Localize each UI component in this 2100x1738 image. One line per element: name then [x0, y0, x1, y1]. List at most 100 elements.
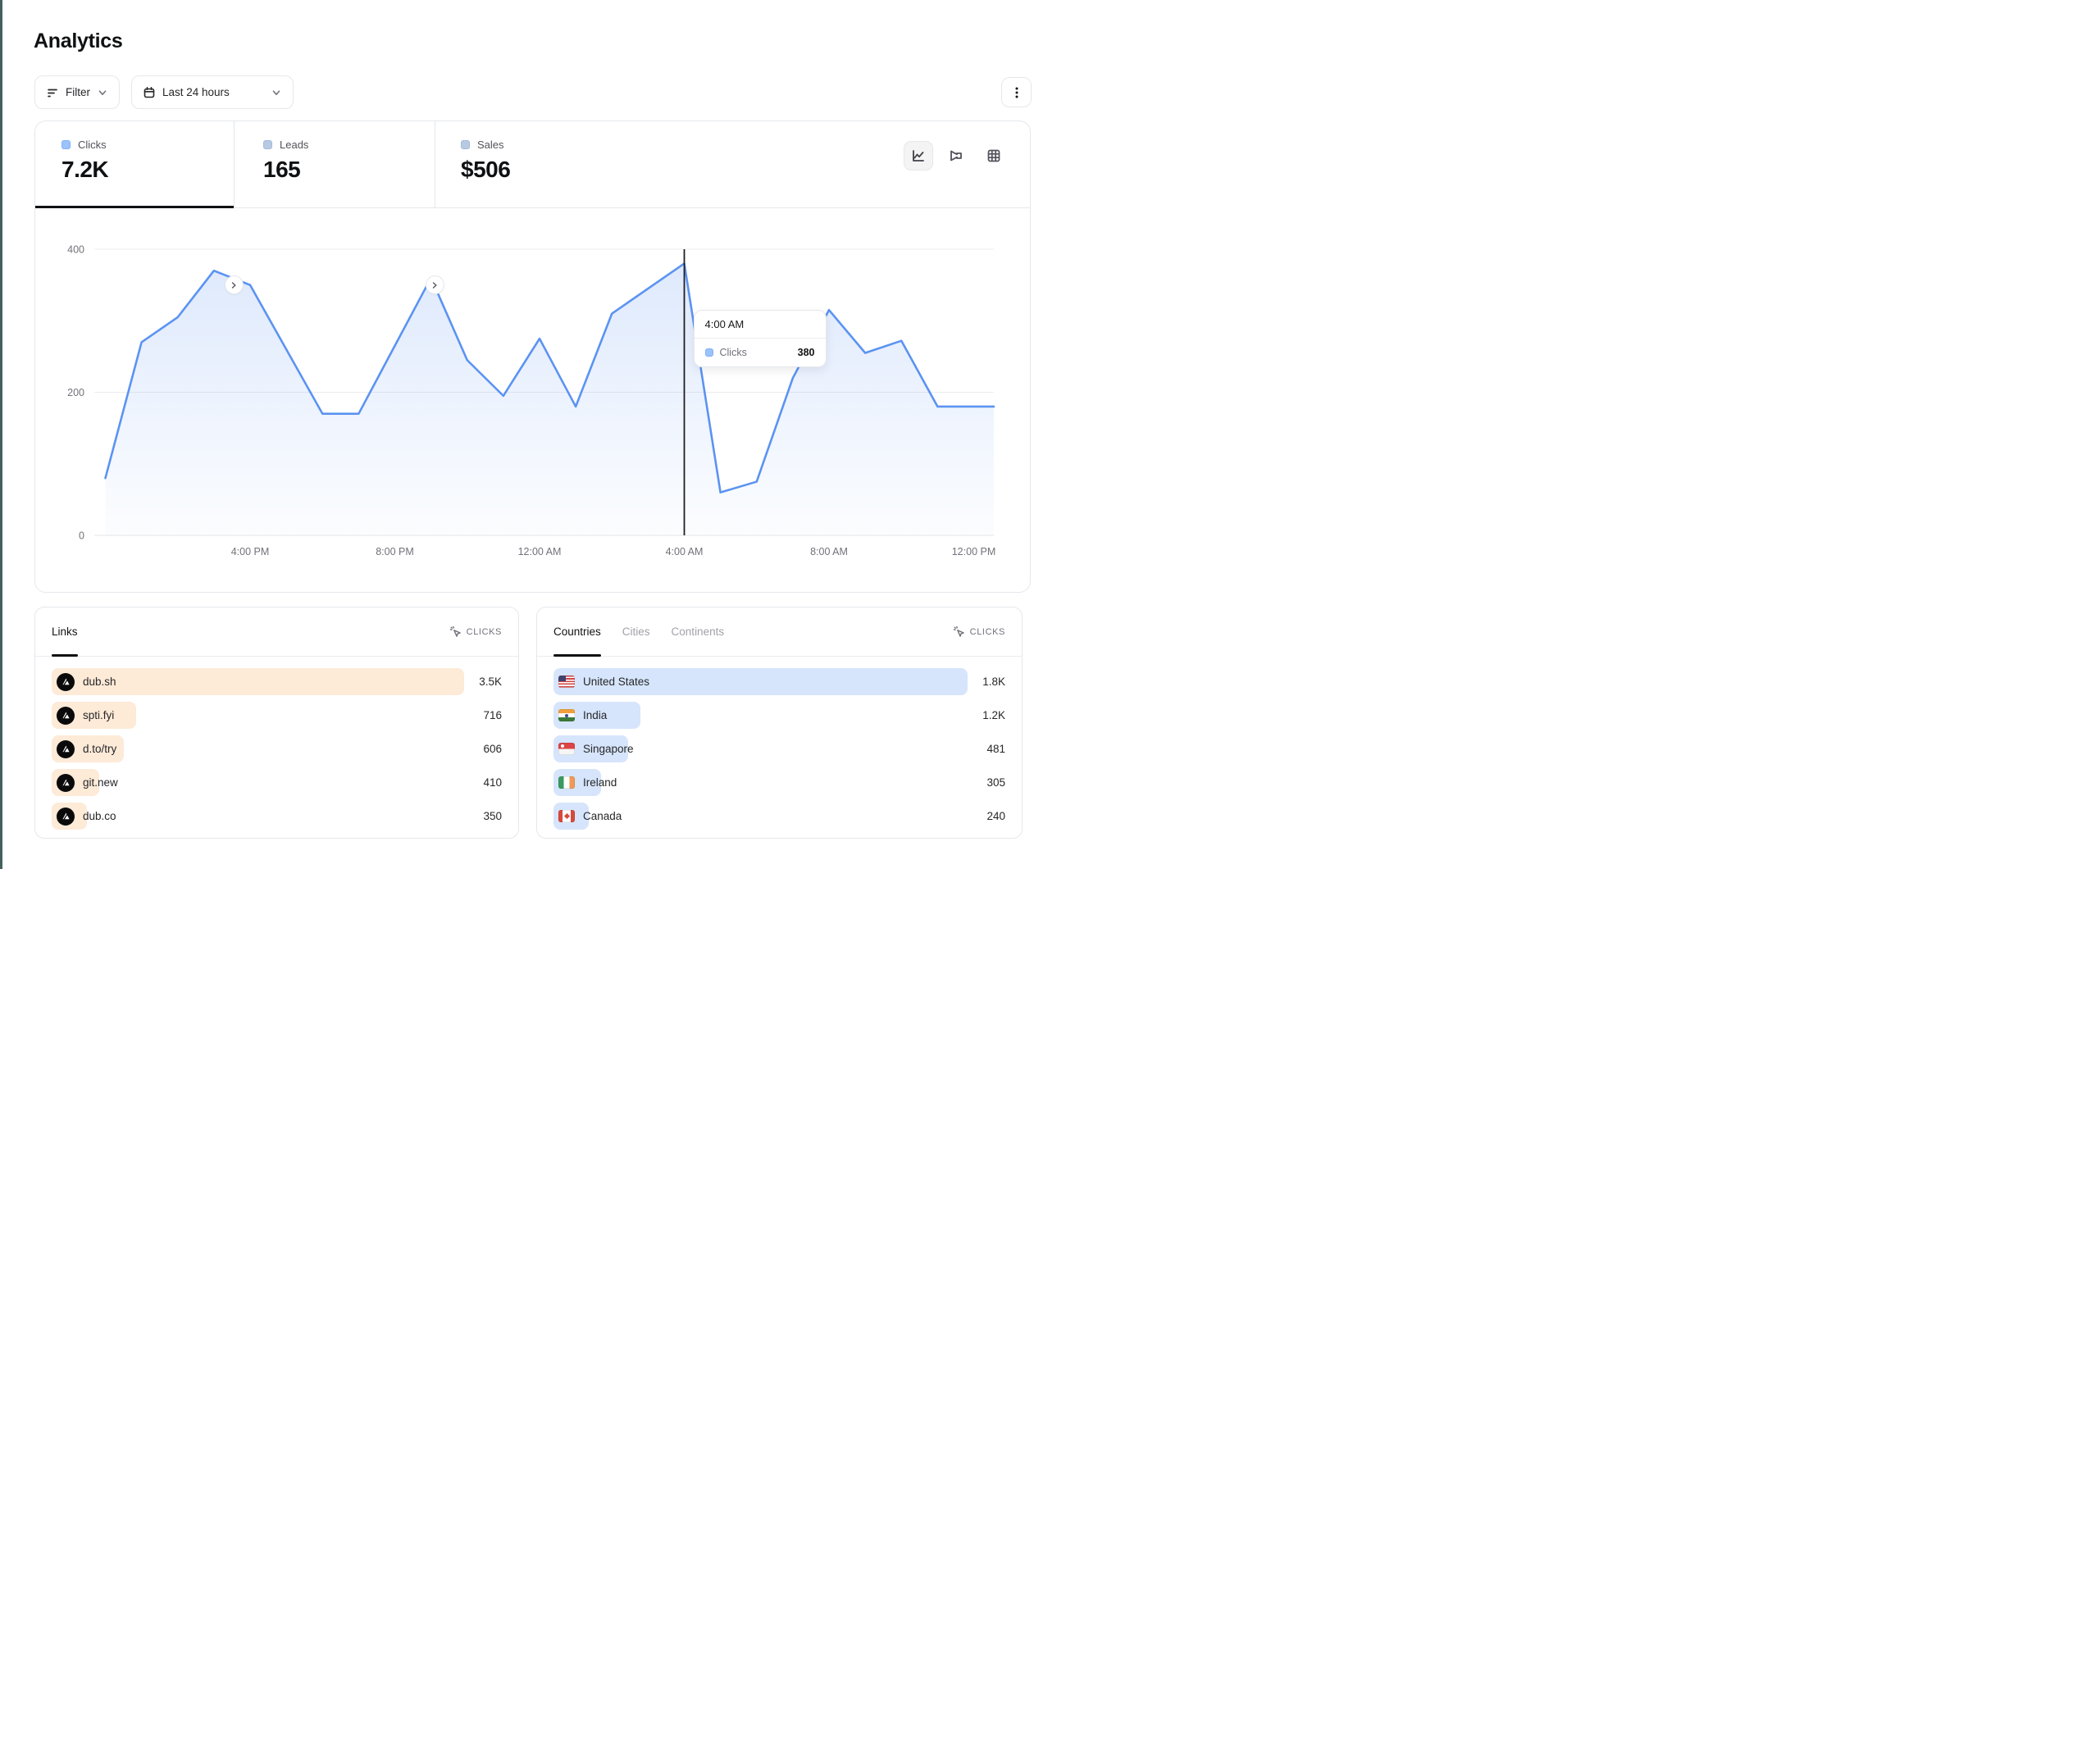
clicks-legend-icon — [705, 348, 713, 357]
chevron-down-icon — [271, 87, 282, 98]
dub-logo-icon — [57, 740, 75, 758]
stat-next-chevron-button[interactable] — [426, 275, 444, 294]
cursor-click-icon — [953, 626, 965, 638]
list-item[interactable]: git.new 410 — [52, 769, 502, 796]
item-value: 305 — [968, 776, 1005, 789]
x-axis-tick-label: 4:00 PM — [231, 546, 270, 557]
stat-divider — [234, 121, 235, 207]
dub-logo-icon — [57, 774, 75, 792]
stat-value: $506 — [461, 157, 681, 183]
item-value: 350 — [464, 810, 502, 822]
item-value: 481 — [968, 743, 1005, 755]
countries-panel: Countries Cities Continents CLICKS United … — [536, 607, 1023, 839]
page-title: Analytics — [34, 30, 122, 53]
item-value: 1.8K — [968, 676, 1005, 688]
stat-tab-sales[interactable]: Sales $506 — [435, 121, 681, 208]
kebab-menu-icon — [1010, 86, 1023, 99]
stat-value: 7.2K — [61, 157, 234, 183]
x-axis-tick-label: 12:00 AM — [518, 546, 562, 557]
stat-label: Clicks — [78, 139, 107, 151]
stat-label: Sales — [477, 139, 504, 151]
stat-label: Leads — [280, 139, 308, 151]
item-label: United States — [583, 676, 649, 688]
metric-label: CLICKS — [970, 627, 1005, 637]
item-value: 410 — [464, 776, 502, 789]
chart-tooltip: 4:00 AM Clicks 380 — [694, 310, 827, 367]
cursor-click-icon — [449, 626, 462, 638]
list-item[interactable]: Singapore 481 — [553, 735, 1005, 762]
ie-flag-icon — [558, 776, 575, 789]
x-axis-tick-label: 4:00 AM — [666, 546, 704, 557]
item-value: 240 — [968, 810, 1005, 822]
list-item[interactable]: dub.sh 3.5K — [52, 668, 502, 695]
item-value: 3.5K — [464, 676, 502, 688]
clicks-time-series-chart[interactable]: 0 200 400 4:00 PM 8:00 PM 12:00 AM 4:00 AM 8:00… — [0, 207, 1050, 568]
chart-area-fill — [106, 263, 995, 535]
x-axis-tick-label: 8:00 AM — [810, 546, 848, 557]
metric-label: CLICKS — [467, 627, 502, 637]
date-range-label: Last 24 hours — [162, 86, 230, 98]
tooltip-value: 380 — [798, 347, 815, 358]
stats-row: Clicks 7.2K Leads 165 Sales $506 — [35, 121, 1030, 208]
item-label: Singapore — [583, 743, 634, 755]
filter-button-label: Filter — [66, 86, 90, 98]
dub-logo-icon — [57, 673, 75, 691]
tab-links[interactable]: Links — [52, 607, 78, 656]
line-chart-icon — [910, 148, 927, 164]
countries-metric-header[interactable]: CLICKS — [953, 626, 1005, 638]
filter-icon — [46, 86, 59, 99]
list-item[interactable]: United States 1.8K — [553, 668, 1005, 695]
item-value: 716 — [464, 709, 502, 721]
item-label: Ireland — [583, 776, 617, 789]
stat-tab-leads[interactable]: Leads 165 — [234, 121, 435, 208]
funnel-view-button[interactable] — [941, 141, 971, 171]
line-chart-view-button[interactable] — [904, 141, 933, 171]
item-label: dub.co — [83, 810, 116, 822]
x-axis-tick-label: 8:00 PM — [376, 546, 414, 557]
list-item[interactable]: Canada 240 — [553, 803, 1005, 830]
overflow-menu-button[interactable] — [1001, 77, 1032, 107]
y-axis-tick-label: 400 — [67, 244, 84, 256]
table-view-button[interactable] — [979, 141, 1009, 171]
links-metric-header[interactable]: CLICKS — [449, 626, 502, 638]
clicks-legend-icon — [61, 140, 71, 149]
item-value: 606 — [464, 743, 502, 755]
tooltip-time: 4:00 AM — [695, 311, 826, 339]
ca-flag-icon — [558, 810, 575, 822]
y-axis-tick-label: 0 — [79, 530, 84, 542]
chevron-down-icon — [97, 87, 108, 98]
stat-value: 165 — [263, 157, 435, 183]
us-flag-icon — [558, 676, 575, 688]
chevron-right-icon — [430, 280, 440, 290]
tooltip-series-label: Clicks — [720, 347, 747, 358]
tab-countries[interactable]: Countries — [553, 607, 601, 656]
stat-next-chevron-button[interactable] — [225, 275, 244, 294]
calendar-icon — [143, 86, 156, 99]
grid-table-icon — [986, 148, 1002, 164]
list-item[interactable]: India1.2K — [553, 702, 1005, 729]
list-item[interactable]: spti.fyi 716 — [52, 702, 502, 729]
x-axis-tick-label: 12:00 PM — [952, 546, 996, 557]
sg-flag-icon — [558, 743, 575, 755]
filter-button[interactable]: Filter — [34, 75, 120, 109]
tab-cities[interactable]: Cities — [622, 607, 650, 656]
item-label: d.to/try — [83, 743, 116, 755]
item-label: Canada — [583, 810, 622, 822]
funnel-icon — [948, 148, 964, 164]
item-label: India — [583, 709, 607, 721]
sales-legend-icon — [461, 140, 470, 149]
list-item[interactable]: Ireland 305 — [553, 769, 1005, 796]
y-axis-tick-label: 200 — [67, 387, 84, 398]
list-item[interactable]: d.to/try 606 — [52, 735, 502, 762]
dub-logo-icon — [57, 808, 75, 826]
date-range-button[interactable]: Last 24 hours — [131, 75, 294, 109]
tab-continents[interactable]: Continents — [672, 607, 725, 656]
item-label: git.new — [83, 776, 118, 789]
stat-tab-clicks[interactable]: Clicks 7.2K — [35, 121, 234, 208]
item-label: spti.fyi — [83, 709, 114, 721]
item-label: dub.sh — [83, 676, 116, 688]
list-item[interactable]: dub.co 350 — [52, 803, 502, 830]
chevron-right-icon — [229, 280, 239, 290]
dub-logo-icon — [57, 707, 75, 725]
leads-legend-icon — [263, 140, 272, 149]
